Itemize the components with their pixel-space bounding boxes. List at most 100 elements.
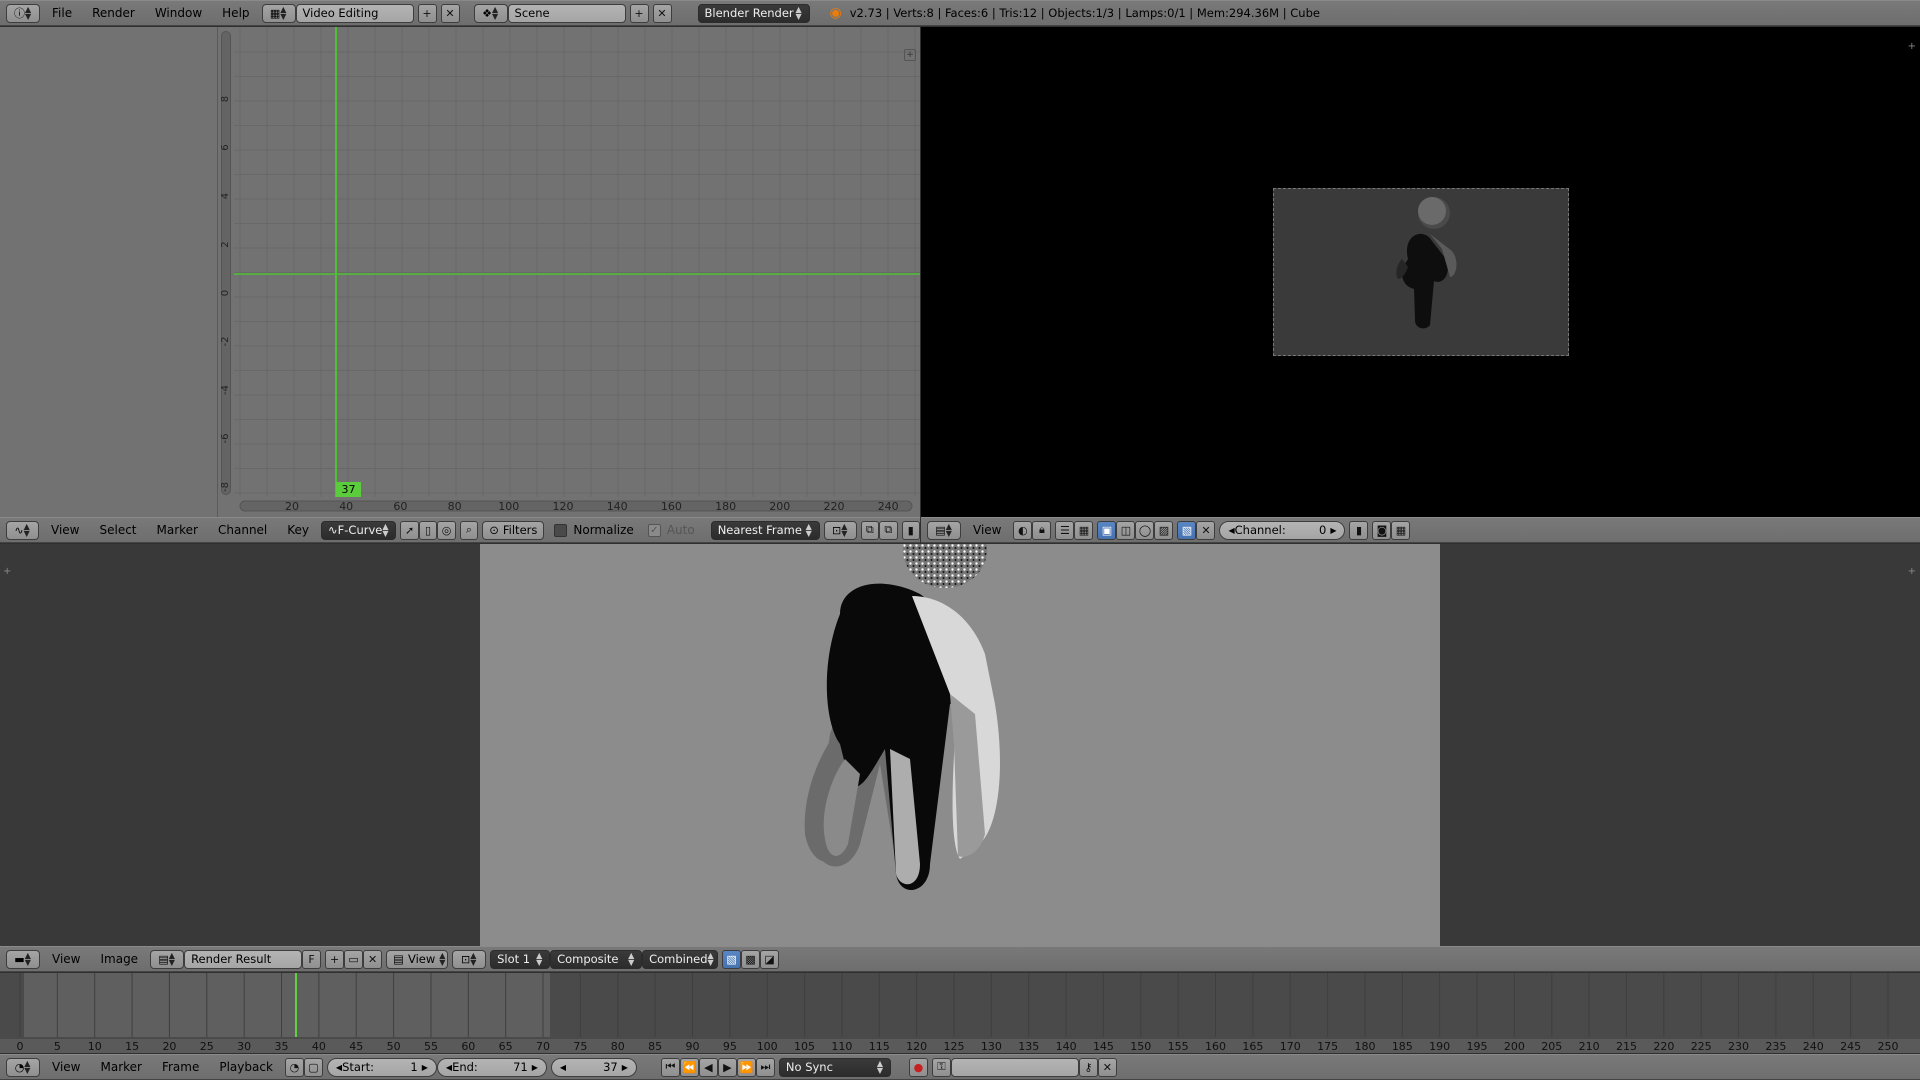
filters-button[interactable]: ⊙ Filters: [482, 520, 545, 540]
delete-scene-icon[interactable]: ✕: [652, 3, 672, 23]
preview-figure: [1396, 197, 1457, 329]
editor-type-timeline-button[interactable]: ◔ ▲ ▼: [6, 1057, 40, 1077]
prev-keyframe-icon[interactable]: ⏪: [679, 1057, 699, 1077]
insert-keyframe-icon[interactable]: ⚷: [1078, 1057, 1098, 1077]
graph-canvas[interactable]: 86420-2-4-6-8 20 40 60 80 100 120 140 160 180 200…: [0, 27, 920, 517]
image-name-field[interactable]: Render Result: [184, 949, 303, 969]
graph-mode-dropdown[interactable]: ∿ F-Curve ▲ ▼: [321, 520, 397, 540]
timeline-menu-frame[interactable]: Frame: [154, 1060, 207, 1074]
record-icon[interactable]: ●: [908, 1057, 928, 1077]
preview-view-icon[interactable]: ▦: [1074, 520, 1094, 540]
split-view-icon[interactable]: ▣: [1097, 520, 1117, 540]
preview-range-icon[interactable]: ◔: [284, 1057, 304, 1077]
fake-user-button[interactable]: F: [302, 949, 322, 969]
pivot-dropdown[interactable]: ⊡ ▲ ▼: [823, 520, 857, 540]
jump-start-icon[interactable]: ⏮: [660, 1057, 680, 1077]
image-icon[interactable]: ▨: [1154, 520, 1174, 540]
sequencer-view-icon[interactable]: ☰: [1055, 520, 1075, 540]
auto-checkbox[interactable]: ✓: [647, 523, 661, 537]
add-scene-icon[interactable]: +: [629, 3, 649, 23]
graph-menu-view[interactable]: View: [43, 523, 87, 537]
checker-icon[interactable]: ▩: [741, 949, 761, 969]
start-frame-field[interactable]: ◀ Start: 1 ▶: [326, 1057, 437, 1077]
delete-screen-icon[interactable]: ✕: [440, 3, 460, 23]
render-anim-icon[interactable]: ▦: [1391, 520, 1411, 540]
image-menu-view[interactable]: View: [44, 952, 88, 966]
image-browse-button[interactable]: ▤ ▲ ▼: [150, 949, 185, 969]
timeline-menu-playback[interactable]: Playback: [211, 1060, 281, 1074]
editor-type-graph-button[interactable]: ∿ ▲ ▼: [6, 520, 39, 540]
color-alpha-icon[interactable]: ▧: [722, 949, 742, 969]
render-engine-dropdown[interactable]: Blender Render ▲ ▼: [697, 3, 810, 23]
add-screen-icon[interactable]: +: [417, 3, 437, 23]
scene-field[interactable]: Scene: [507, 3, 626, 23]
pivot-point-dropdown[interactable]: ⊡ ▲ ▼: [452, 949, 487, 969]
safe-area-icon[interactable]: ◯: [1135, 520, 1155, 540]
only-selected-icon[interactable]: ➚: [400, 520, 419, 540]
pass-dropdown[interactable]: Combined ▲ ▼: [642, 949, 719, 969]
jump-end-icon[interactable]: ⏭: [755, 1057, 775, 1077]
image-region-plus-icon[interactable]: +: [3, 566, 11, 577]
play-icon[interactable]: ▶: [717, 1057, 737, 1077]
timeline-menu-marker[interactable]: Marker: [92, 1060, 149, 1074]
keying-set-field[interactable]: [950, 1057, 1079, 1077]
render-still-icon[interactable]: ◙: [1372, 520, 1392, 540]
overlay-icon[interactable]: ◫: [1116, 520, 1136, 540]
new-image-icon[interactable]: +: [325, 949, 345, 969]
layer-dropdown[interactable]: Composite ▲ ▼: [550, 949, 643, 969]
normalize-checkbox[interactable]: [554, 523, 568, 537]
alpha-icon[interactable]: ◪: [760, 949, 780, 969]
menu-window[interactable]: Window: [147, 6, 210, 20]
menu-file[interactable]: File: [44, 6, 80, 20]
normalize-toggle[interactable]: Normalize: [554, 523, 634, 537]
keying-set-icon[interactable]: ⚿: [931, 1057, 951, 1077]
timeline-editor[interactable]: 0 5 10 15 20 25 30 35 40 45 50 55 60 65 70 75 80 85 90 95 10…: [0, 973, 1920, 1053]
ghost-icon[interactable]: ▯: [418, 520, 438, 540]
end-frame-field[interactable]: ◀ End: 71 ▶: [436, 1057, 547, 1077]
graph-menu-channel[interactable]: Channel: [210, 523, 275, 537]
screen-layout-field[interactable]: Video Editing: [295, 3, 414, 23]
ghost-curves-icon[interactable]: ▮: [901, 520, 920, 540]
ghost-strip-icon[interactable]: ▮: [1349, 520, 1369, 540]
search-icon[interactable]: ⌕: [459, 520, 479, 540]
target-icon[interactable]: ◎: [437, 520, 456, 540]
graph-menu-select[interactable]: Select: [91, 523, 144, 537]
copy-keys-icon[interactable]: ⧉: [860, 520, 880, 540]
screen-layout-button[interactable]: ▦ ▲ ▼: [261, 3, 296, 23]
current-frame-field[interactable]: ◀ 37 ▶: [550, 1057, 637, 1077]
auto-toggle[interactable]: ✓ Auto: [647, 523, 695, 537]
editor-type-image-button[interactable]: ▬ ▲ ▼: [6, 949, 40, 969]
graph-menu-key[interactable]: Key: [279, 523, 317, 537]
editor-type-sequencer-button[interactable]: ▤ ▲ ▼: [927, 520, 961, 540]
sequencer-menu-view[interactable]: View: [965, 523, 1009, 537]
image-view-mode-dropdown[interactable]: ▤ View ▲ ▼: [386, 949, 449, 969]
preview-plus-icon[interactable]: +: [1908, 41, 1916, 52]
scene-selector-button[interactable]: ❖ ▲ ▼: [473, 3, 508, 23]
lock-icon[interactable]: 🔒︎: [1032, 520, 1052, 540]
render-preview-icon[interactable]: ▧: [1177, 520, 1197, 540]
menu-help[interactable]: Help: [214, 6, 257, 20]
close-preview-icon[interactable]: ✕: [1196, 520, 1216, 540]
next-keyframe-icon[interactable]: ⏩: [736, 1057, 756, 1077]
graph-region-plus-icon[interactable]: +: [904, 49, 916, 61]
open-image-icon[interactable]: ▭: [344, 949, 364, 969]
play-reverse-icon[interactable]: ◀: [698, 1057, 718, 1077]
snap-dropdown[interactable]: Nearest Frame ▲ ▼: [710, 520, 820, 540]
display-mode-icon[interactable]: ◐: [1013, 520, 1033, 540]
sync-dropdown[interactable]: No Sync ▲ ▼: [778, 1057, 891, 1077]
timeline-menu-view[interactable]: View: [44, 1060, 88, 1074]
delete-keyframe-icon[interactable]: ✕: [1097, 1057, 1117, 1077]
slot-dropdown[interactable]: Slot 1 ▲ ▼: [490, 949, 551, 969]
image-region-plus-right-icon[interactable]: +: [1908, 566, 1916, 577]
editor-type-info-button[interactable]: ⓘ ▲ ▼: [6, 3, 40, 23]
sequencer-preview[interactable]: +: [921, 27, 1920, 517]
image-editor[interactable]: + +: [0, 544, 1920, 946]
menu-render[interactable]: Render: [84, 6, 143, 20]
image-menu-image[interactable]: Image: [92, 952, 146, 966]
paste-keys-icon[interactable]: ⧉: [879, 520, 898, 540]
graph-menu-marker[interactable]: Marker: [149, 523, 206, 537]
channel-field[interactable]: ◀ Channel: 0 ▶: [1219, 520, 1346, 540]
timeline-tick-label: 0: [17, 1040, 24, 1053]
unlink-image-icon[interactable]: ✕: [363, 949, 383, 969]
lock-range-icon[interactable]: ▢: [303, 1057, 323, 1077]
